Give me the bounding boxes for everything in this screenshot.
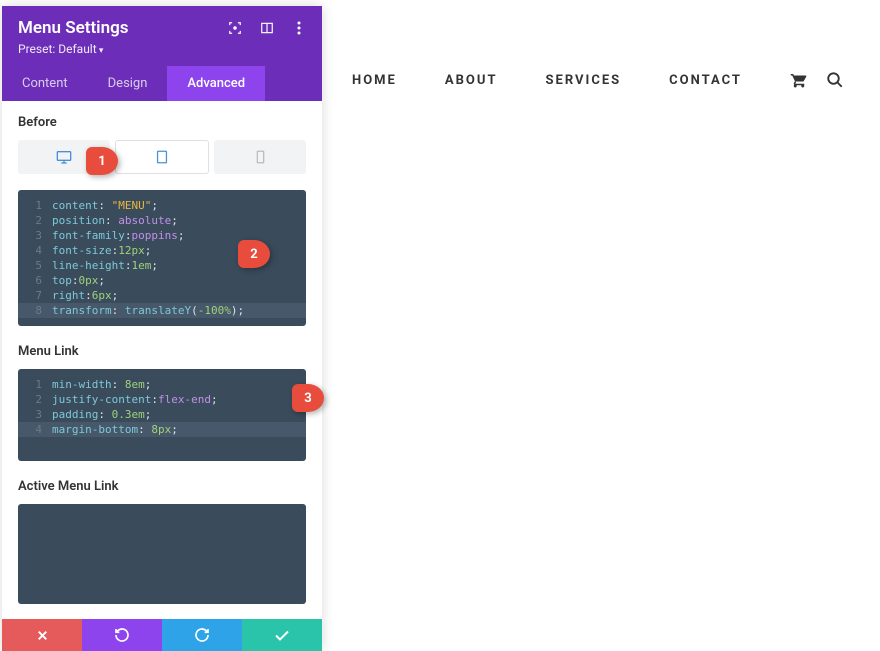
callout-3: 3 [292, 384, 324, 412]
phone-icon [256, 150, 265, 164]
tab-content[interactable]: Content [2, 66, 88, 101]
preview-area: HOME ABOUT SERVICES CONTACT [340, 0, 880, 160]
panel-header: Menu Settings Preset: Default [2, 6, 322, 66]
cancel-button[interactable] [2, 619, 82, 651]
save-button[interactable] [242, 619, 322, 651]
device-phone[interactable] [214, 140, 306, 174]
preview-icons [790, 71, 844, 89]
settings-panel: Menu Settings Preset: Default Content De… [2, 6, 322, 651]
scroll-area[interactable]: Before 1content: "MENU"; 2position [2, 101, 322, 651]
nav-menu: HOME ABOUT SERVICES CONTACT [352, 73, 742, 88]
device-tablet[interactable] [115, 140, 209, 174]
footer-bar [2, 619, 322, 651]
undo-button[interactable] [82, 619, 162, 651]
tab-design[interactable]: Design [88, 66, 168, 101]
cart-icon[interactable] [790, 71, 808, 89]
columns-icon[interactable] [260, 21, 274, 35]
device-tabs [18, 140, 306, 174]
panel-title: Menu Settings [18, 18, 129, 38]
active-menu-link-label: Active Menu Link [18, 479, 306, 494]
active-menu-link-code[interactable] [18, 504, 306, 604]
focus-icon[interactable] [228, 21, 242, 35]
preset-selector[interactable]: Preset: Default [18, 42, 306, 56]
nav-services[interactable]: SERVICES [546, 73, 622, 88]
tabs: Content Design Advanced [2, 66, 322, 101]
callout-1: 1 [86, 147, 118, 175]
more-icon[interactable] [292, 21, 306, 35]
tablet-icon [156, 150, 168, 164]
nav-contact[interactable]: CONTACT [669, 73, 742, 88]
menu-link-code[interactable]: 1min-width: 8em; 2justify-content:flex-e… [18, 369, 306, 461]
menu-link-label: Menu Link [18, 344, 306, 359]
nav-home[interactable]: HOME [352, 73, 397, 88]
tab-advanced[interactable]: Advanced [167, 66, 265, 101]
nav-about[interactable]: ABOUT [445, 73, 498, 88]
redo-button[interactable] [162, 619, 242, 651]
before-label: Before [18, 115, 306, 130]
search-icon[interactable] [826, 71, 844, 89]
desktop-icon [56, 150, 72, 164]
callout-2: 2 [238, 240, 270, 268]
